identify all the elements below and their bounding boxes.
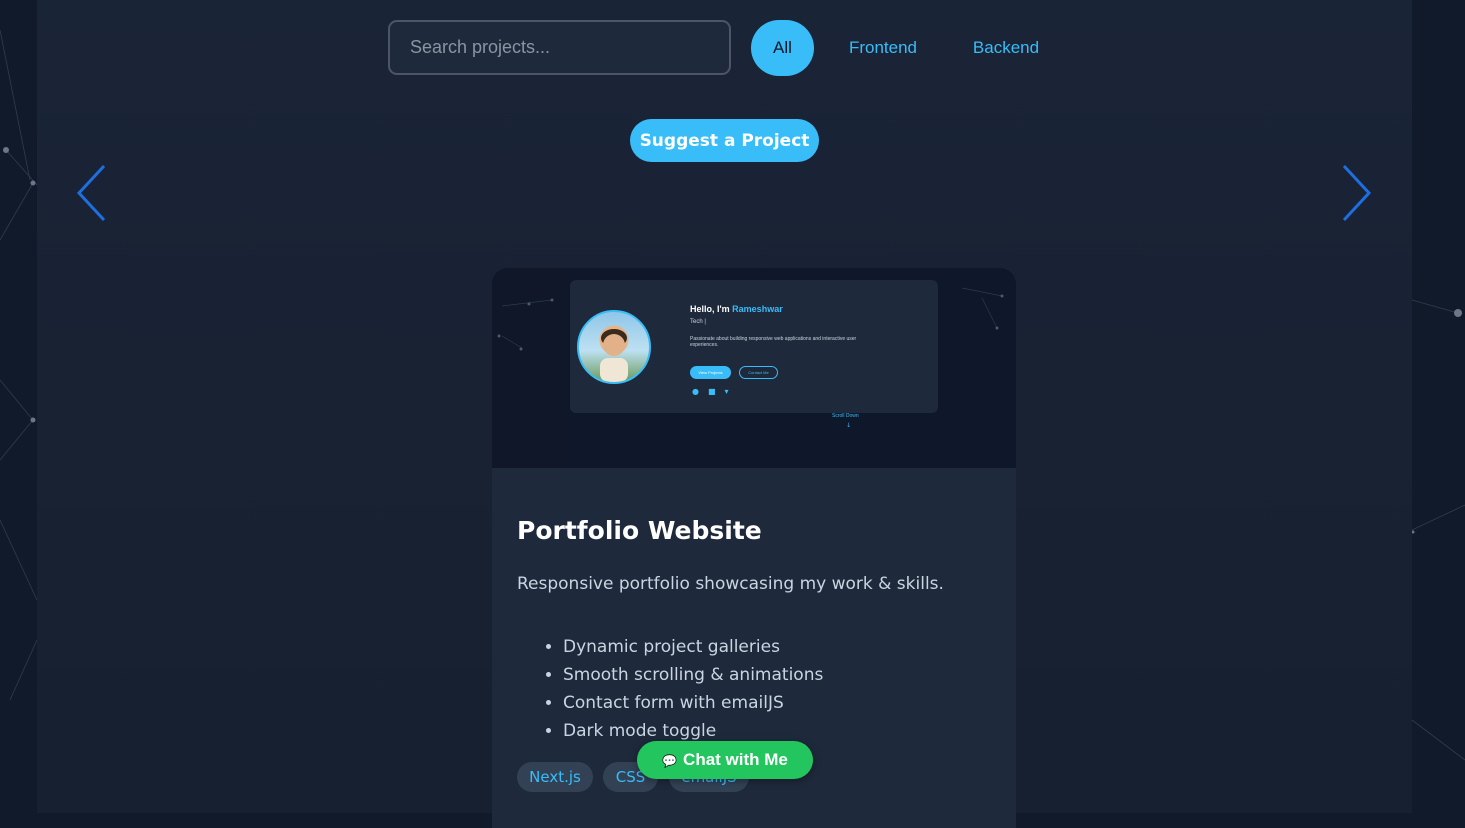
- github-icon: ●: [692, 387, 708, 396]
- filter-frontend-button[interactable]: Frontend: [842, 20, 924, 76]
- preview-hello-text: Hello, I'm: [690, 304, 730, 314]
- chat-with-me-button[interactable]: 💬 Chat with Me: [637, 741, 813, 779]
- chat-label: Chat with Me: [683, 750, 788, 769]
- preview-view-projects-button: View Projects: [690, 366, 731, 379]
- preview-description: Passionate about building responsive web…: [690, 336, 857, 348]
- twitter-icon: ▾: [724, 387, 738, 396]
- feature-list: Dynamic project galleries Smooth scrolli…: [517, 633, 823, 745]
- speech-bubble-icon: 💬: [662, 754, 678, 768]
- filter-backend-button[interactable]: Backend: [966, 20, 1046, 76]
- arrow-down-icon: ↓: [846, 422, 852, 429]
- project-description: Responsive portfolio showcasing my work …: [517, 574, 944, 594]
- project-preview-image: Hello, I'm Rameshwar Tech | Passionate a…: [492, 268, 1016, 468]
- chevron-left-icon[interactable]: [73, 162, 109, 224]
- filter-all-button[interactable]: All: [751, 20, 814, 76]
- avatar-portrait: [600, 329, 628, 382]
- search-input[interactable]: [388, 20, 731, 75]
- suggest-project-button[interactable]: Suggest a Project: [630, 119, 819, 162]
- preview-role: Tech |: [690, 319, 706, 325]
- tech-tag: Next.js: [517, 762, 593, 792]
- feature-item: Dynamic project galleries: [563, 633, 823, 661]
- chevron-right-icon[interactable]: [1339, 162, 1375, 224]
- preview-hero: Hello, I'm Rameshwar Tech | Passionate a…: [570, 280, 938, 429]
- linkedin-icon: ■: [707, 387, 725, 396]
- feature-item: Contact form with emailJS: [563, 689, 823, 717]
- preview-scroll-down: Scroll Down: [832, 413, 859, 419]
- preview-contact-button: Contact Me: [739, 366, 778, 379]
- avatar: [577, 310, 651, 384]
- feature-item: Smooth scrolling & animations: [563, 661, 823, 689]
- project-title: Portfolio Website: [517, 516, 762, 545]
- preview-name: Rameshwar: [732, 304, 783, 314]
